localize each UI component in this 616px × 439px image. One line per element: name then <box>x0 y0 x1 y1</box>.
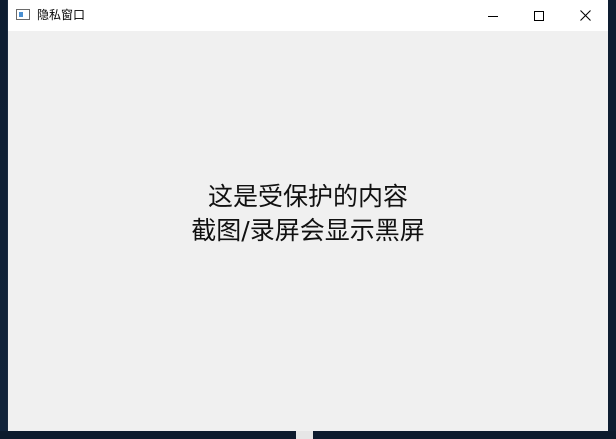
maximize-icon <box>534 10 544 21</box>
window-title: 隐私窗口 <box>37 8 86 22</box>
privacy-window: 隐私窗口 这是受保护的内容 截图/录屏会显示黑屏 <box>8 0 608 431</box>
taskbar-item[interactable] <box>296 431 313 439</box>
maximize-button[interactable] <box>516 0 562 31</box>
minimize-icon <box>488 15 498 17</box>
close-icon <box>579 10 591 21</box>
title-bar[interactable]: 隐私窗口 <box>8 0 608 31</box>
protected-content-area: 这是受保护的内容 截图/录屏会显示黑屏 <box>8 31 608 431</box>
close-button[interactable] <box>562 0 608 31</box>
minimize-button[interactable] <box>470 0 516 31</box>
desktop: 隐私窗口 这是受保护的内容 截图/录屏会显示黑屏 <box>0 0 616 439</box>
screenshot-warning-message: 截图/录屏会显示黑屏 <box>191 216 425 245</box>
desktop-edge <box>608 0 616 439</box>
window-app-icon[interactable] <box>16 9 30 20</box>
protected-content-message: 这是受保护的内容 <box>207 182 408 211</box>
